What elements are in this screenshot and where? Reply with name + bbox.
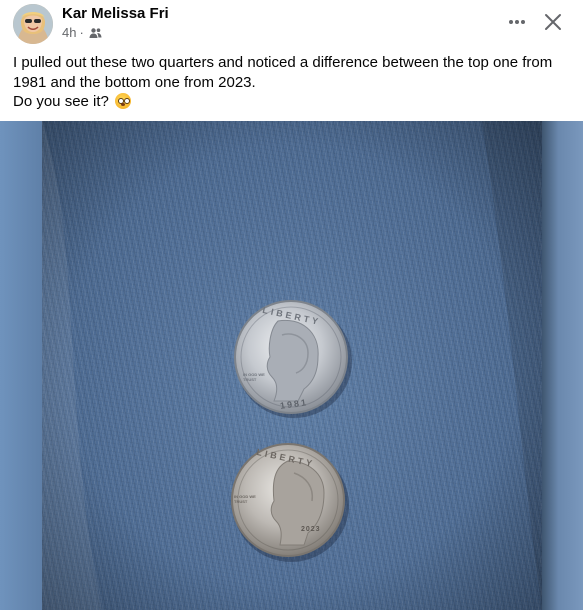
- meta-separator: ·: [79, 25, 84, 40]
- post-time[interactable]: 4h: [62, 25, 76, 41]
- photo-blur-right: [542, 121, 583, 610]
- post-header: Kar Melissa Fri 4h ·: [0, 0, 583, 50]
- coin-1981-motto: IN GOD WE TRUST: [243, 372, 265, 382]
- coins-on-denim-image: [42, 121, 542, 610]
- post-meta: 4h ·: [62, 25, 102, 41]
- close-button[interactable]: [538, 7, 568, 37]
- avatar-photo: [13, 4, 53, 44]
- post-photo[interactable]: [42, 121, 542, 610]
- caption-line-2: Do you see it?: [13, 92, 573, 112]
- photo-blur-left: [0, 121, 42, 610]
- more-icon: [509, 20, 525, 24]
- coin-2023-year: 2023: [301, 526, 321, 533]
- flushed-face-emoji-icon: [115, 93, 132, 109]
- coin-2023-motto: IN GOD WE TRUST: [234, 494, 256, 504]
- post-caption: I pulled out these two quarters and noti…: [13, 53, 573, 112]
- avatar[interactable]: [13, 4, 53, 44]
- caption-line-1: I pulled out these two quarters and noti…: [13, 54, 553, 91]
- friends-icon[interactable]: [89, 27, 102, 39]
- facebook-post: Kar Melissa Fri 4h · I pulled out these …: [0, 0, 583, 610]
- more-options-button[interactable]: [502, 9, 532, 35]
- caption-question: Do you see it?: [13, 93, 109, 110]
- close-icon: [545, 14, 561, 30]
- author-name[interactable]: Kar Melissa Fri: [62, 5, 169, 23]
